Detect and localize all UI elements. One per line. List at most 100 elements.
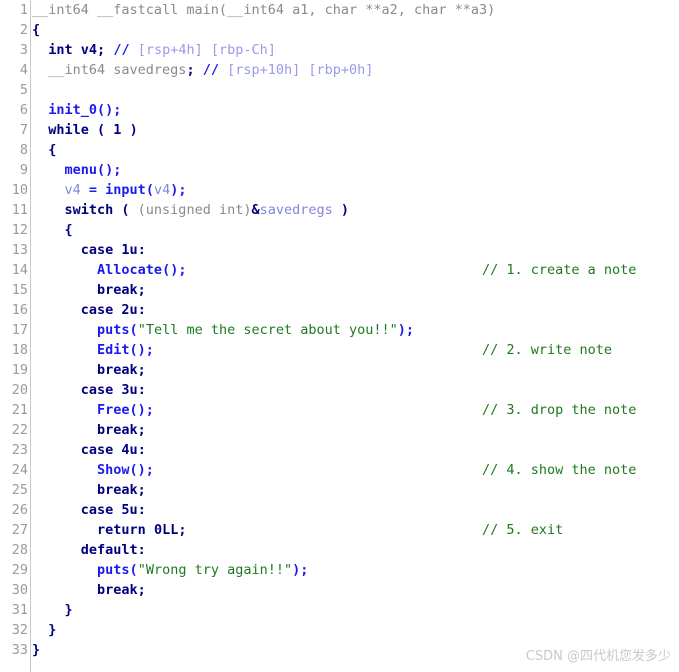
- token-num: 2u: [121, 302, 138, 318]
- line-number: 13: [11, 242, 28, 258]
- token-fn: );: [292, 562, 309, 578]
- token-num: 1u: [121, 242, 138, 258]
- line-number: 1: [19, 2, 28, 18]
- line-number: 31: [11, 602, 28, 618]
- token-fn: =: [80, 182, 106, 198]
- code-line[interactable]: menu();: [32, 160, 679, 180]
- line-number: 16: [11, 302, 28, 318]
- token-fn: (: [129, 322, 138, 338]
- pseudocode-view[interactable]: 1 2 3 4 5 6 7 8 9 10 11 12 13 14 15 16 17 18 19 20 21 22 23 24 2…: [0, 0, 679, 672]
- token-kw: ;: [186, 62, 195, 78]
- token-kw: ;: [178, 522, 187, 538]
- code-line[interactable]: {: [32, 140, 679, 160]
- code-line[interactable]: }: [32, 620, 679, 640]
- code-line[interactable]: case 5u:: [32, 500, 679, 520]
- token-var: savedregs: [259, 202, 333, 218]
- code-line[interactable]: Allocate(); // 1. create a note: [32, 260, 679, 280]
- code-line[interactable]: case 1u:: [32, 240, 679, 260]
- line-number: 30: [11, 582, 28, 598]
- code-line[interactable]: case 4u:: [32, 440, 679, 460]
- code-line[interactable]: __int64 __fastcall main(__int64 a1, char…: [32, 0, 679, 20]
- code-line[interactable]: case 2u:: [32, 300, 679, 320]
- code-line[interactable]: [32, 80, 679, 100]
- line-number: 10: [11, 182, 28, 198]
- token-str: "Wrong try again!!": [137, 562, 293, 578]
- code-line[interactable]: v4 = input(v4);: [32, 180, 679, 200]
- code-line[interactable]: return 0LL; // 5. exit: [32, 520, 679, 540]
- token-kw: :: [137, 242, 146, 258]
- trailing-comment: // 2. write note: [482, 342, 613, 358]
- code-line[interactable]: break;: [32, 360, 679, 380]
- code-line[interactable]: switch ( (unsigned int)&savedregs ): [32, 200, 679, 220]
- token-kw: break;: [97, 422, 146, 438]
- token-num: 3u: [121, 382, 138, 398]
- token-kw: {: [48, 142, 57, 158]
- line-number: 8: [19, 142, 28, 158]
- code-line[interactable]: Free(); // 3. drop the note: [32, 400, 679, 420]
- code-line[interactable]: puts("Tell me the secret about you!!");: [32, 320, 679, 340]
- token-kw: ): [121, 122, 138, 138]
- line-number: 17: [11, 322, 28, 338]
- code-line[interactable]: break;: [32, 280, 679, 300]
- trailing-comment: // 1. create a note: [482, 262, 637, 278]
- code-line[interactable]: Edit(); // 2. write note: [32, 340, 679, 360]
- code-line[interactable]: break;: [32, 480, 679, 500]
- code-line[interactable]: }: [32, 600, 679, 620]
- token-type: [195, 62, 203, 78]
- code-line[interactable]: puts("Wrong try again!!");: [32, 560, 679, 580]
- token-cmtmark: //: [202, 62, 219, 78]
- line-number-gutter: 1 2 3 4 5 6 7 8 9 10 11 12 13 14 15 16 17 18 19 20 21 22 23 24 2…: [0, 0, 31, 672]
- token-kw: :: [137, 382, 146, 398]
- code-line[interactable]: init_0();: [32, 100, 679, 120]
- code-line[interactable]: case 3u:: [32, 380, 679, 400]
- line-number: 15: [11, 282, 28, 298]
- token-fn: );: [170, 182, 187, 198]
- token-fn: ();: [97, 102, 122, 118]
- token-fn: Free: [97, 402, 130, 418]
- csdn-watermark: CSDN @四代机您发多少: [525, 649, 671, 664]
- code-line[interactable]: int v4; // [rsp+4h] [rbp-Ch]: [32, 40, 679, 60]
- code-line[interactable]: default:: [32, 540, 679, 560]
- line-number: 20: [11, 382, 28, 398]
- line-number: 33: [11, 642, 28, 658]
- token-kw: ): [332, 202, 350, 218]
- token-fn: ();: [129, 402, 154, 418]
- code-line[interactable]: break;: [32, 420, 679, 440]
- trailing-comment: // 5. exit: [482, 522, 564, 538]
- code-line[interactable]: {: [32, 20, 679, 40]
- token-cmtmark: //: [113, 42, 130, 58]
- code-line[interactable]: while ( 1 ): [32, 120, 679, 140]
- token-fn: init_0: [48, 102, 98, 118]
- token-kw: :: [137, 502, 146, 518]
- token-kw: break;: [97, 482, 146, 498]
- code-text-area[interactable]: __int64 __fastcall main(__int64 a1, char…: [32, 0, 679, 672]
- line-number: 27: [11, 522, 28, 538]
- token-type: (unsigned int): [137, 202, 252, 218]
- token-kw: return: [97, 522, 154, 538]
- line-number: 29: [11, 562, 28, 578]
- token-num: 0LL: [153, 522, 179, 538]
- trailing-comment: // 4. show the note: [482, 462, 637, 478]
- code-line[interactable]: break;: [32, 580, 679, 600]
- code-line[interactable]: Show(); // 4. show the note: [32, 460, 679, 480]
- token-kw: {: [32, 22, 41, 38]
- code-line[interactable]: {: [32, 220, 679, 240]
- code-line[interactable]: __int64 savedregs; // [rsp+10h] [rbp+0h]: [32, 60, 679, 80]
- line-number: 26: [11, 502, 28, 518]
- token-fn: puts: [97, 322, 130, 338]
